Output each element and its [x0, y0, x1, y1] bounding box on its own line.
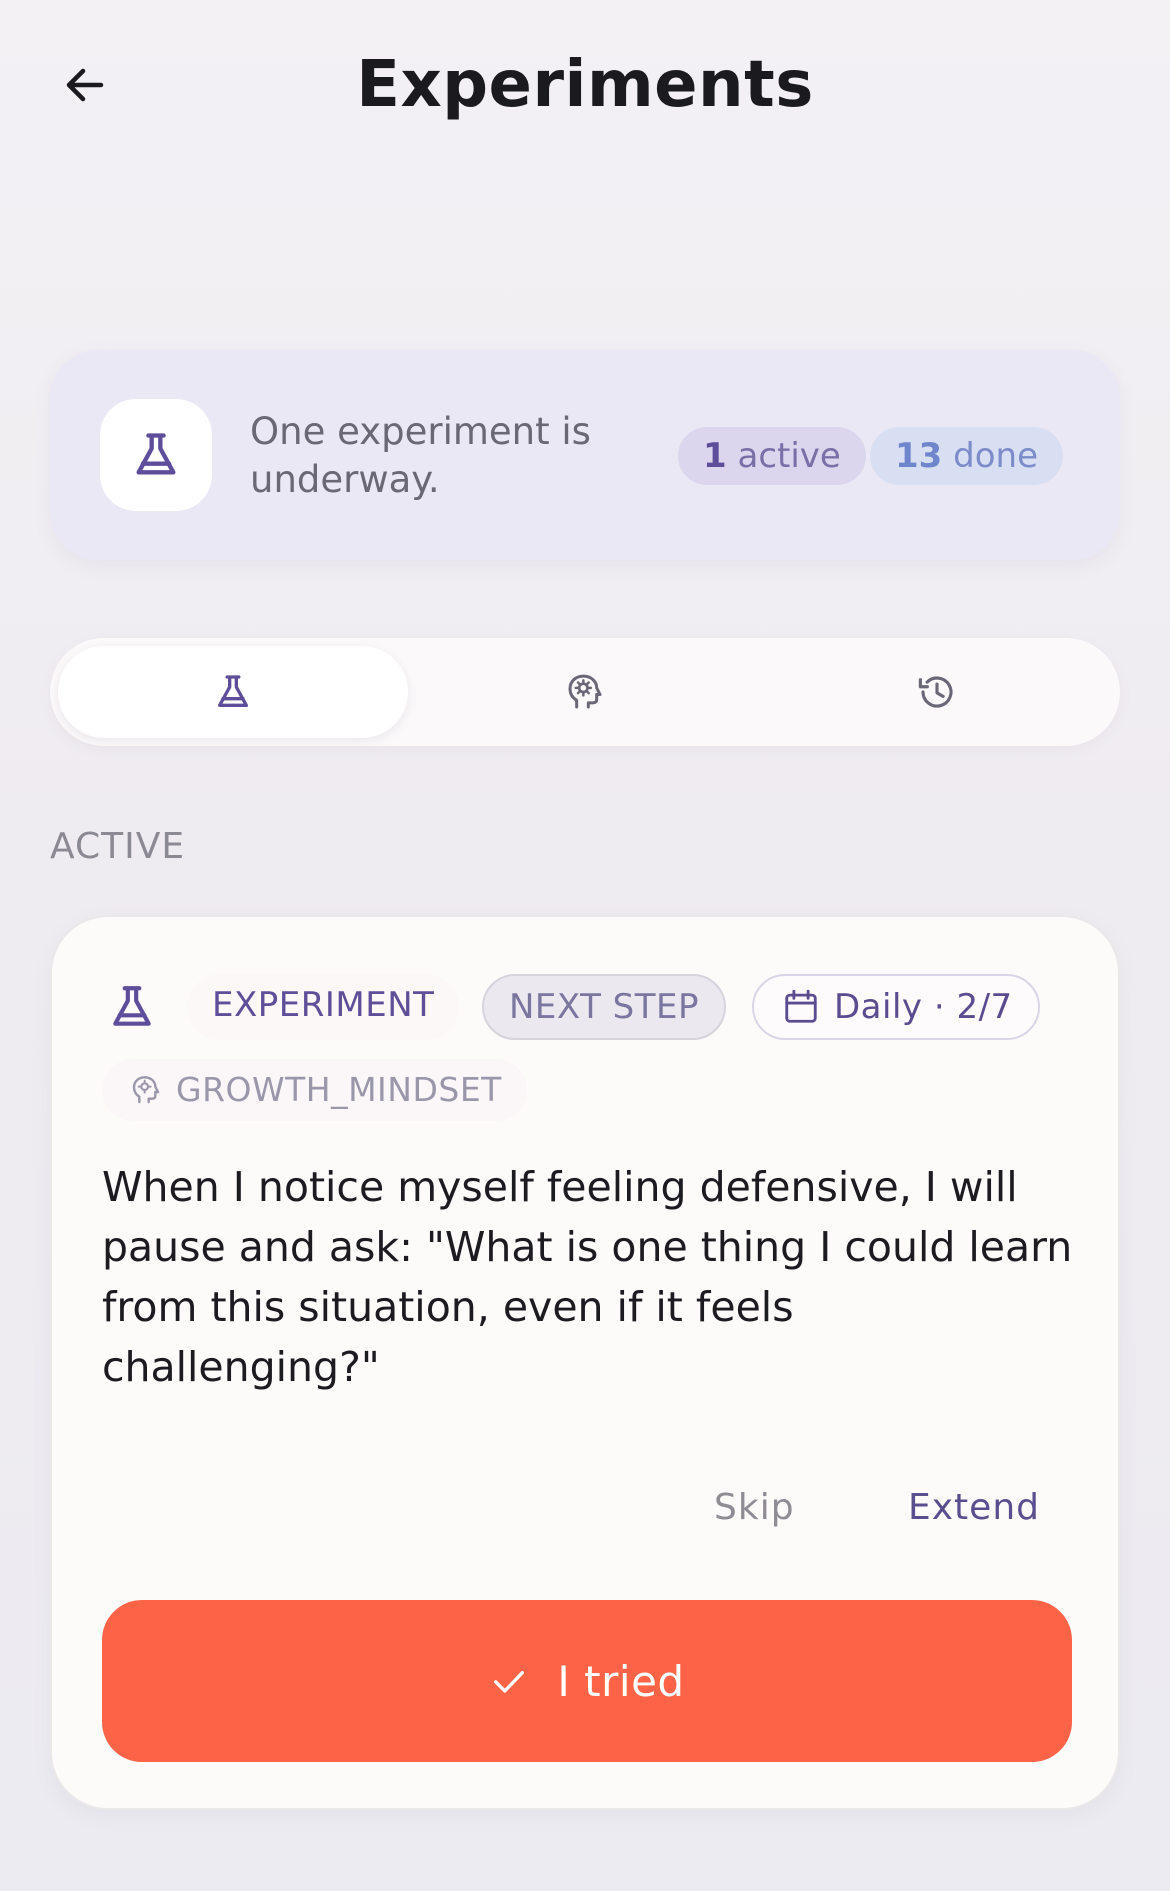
summary-message: One experiment is underway. — [250, 410, 591, 501]
schedule-text: Daily · 2/7 — [834, 987, 1013, 1027]
active-count-badge: 1 active — [678, 427, 866, 485]
flask-icon — [136, 433, 176, 475]
summary-icon-box — [100, 399, 212, 511]
schedule-tag: Daily · 2/7 — [752, 974, 1040, 1040]
tab-mindsets[interactable] — [410, 646, 760, 738]
active-count: 1 — [703, 436, 727, 476]
history-icon — [918, 676, 953, 708]
experiment-type-tag: EXPERIMENT — [187, 974, 460, 1040]
summary-card: One experiment is underway. 1 active 13 … — [50, 350, 1120, 560]
tab-experiments[interactable] — [58, 646, 408, 738]
brain-gear-icon — [568, 674, 602, 709]
experiment-statement: When I notice myself feeling defensive, … — [102, 1163, 1073, 1391]
skip-button[interactable]: Skip — [714, 1487, 795, 1528]
app-header: Experiments — [0, 0, 1170, 180]
checkmark-icon — [494, 1671, 525, 1693]
done-label: done — [953, 436, 1038, 476]
category-text: GROWTH_MINDSET — [176, 1070, 502, 1109]
i-tried-label: I tried — [557, 1656, 685, 1706]
tab-history[interactable] — [762, 646, 1112, 738]
section-heading: ACTIVE — [50, 826, 186, 867]
view-tabs — [50, 638, 1120, 746]
page-title: Experiments — [356, 48, 814, 122]
flask-icon — [218, 675, 248, 707]
done-count-badge: 13 done — [870, 427, 1063, 485]
experiment-type-icon-wrap — [102, 977, 162, 1037]
category-tag: GROWTH_MINDSET — [102, 1059, 527, 1121]
experiment-card: EXPERIMENT NEXT STEP Daily · 2/7 GROWTH_… — [50, 915, 1120, 1810]
calendar-icon — [785, 989, 817, 1023]
done-count: 13 — [895, 436, 943, 476]
brain-gear-icon — [132, 1076, 160, 1104]
active-label: active — [737, 436, 841, 476]
next-step-tag: NEXT STEP — [482, 974, 727, 1040]
i-tried-button[interactable]: I tried — [102, 1600, 1072, 1762]
flask-icon — [113, 986, 151, 1026]
extend-button[interactable]: Extend — [908, 1487, 1040, 1528]
